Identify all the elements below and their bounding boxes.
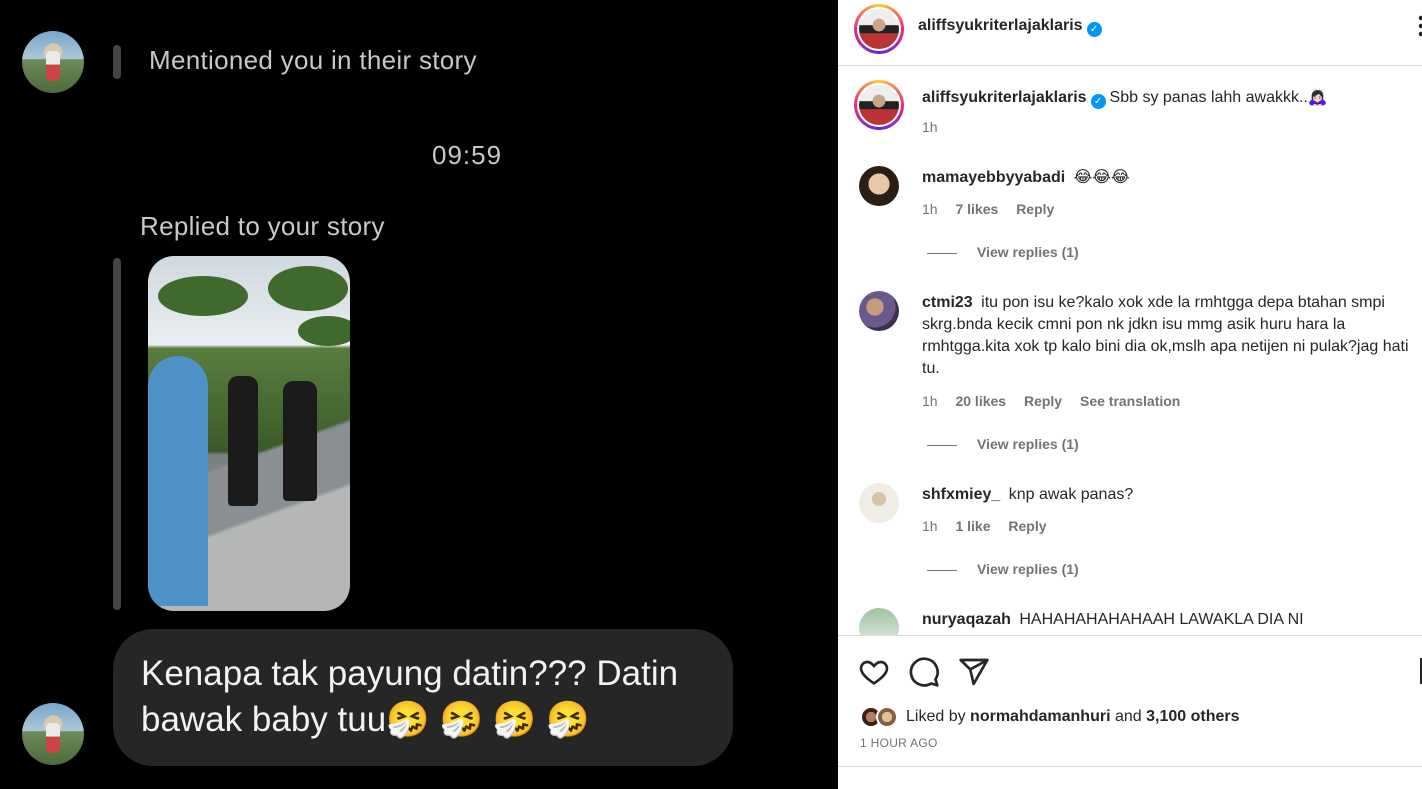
comment-time: 1h — [922, 201, 938, 217]
comment-likes[interactable]: 20 likes — [955, 393, 1006, 409]
liker-username[interactable]: normahdamanhuri — [970, 708, 1110, 725]
commenter-avatar[interactable] — [859, 483, 899, 523]
caption-time: 1h — [922, 119, 938, 135]
comment-meta: 1h 1 like Reply — [922, 518, 1061, 534]
commenter-avatar[interactable] — [859, 166, 899, 206]
dm-screenshot: Mentioned you in their story 09:59 Repli… — [0, 0, 838, 789]
liked-others-count[interactable]: 3,100 others — [1146, 708, 1239, 725]
story-reply-label: Replied to your story — [140, 211, 385, 241]
message-timestamp: 09:59 — [432, 140, 503, 170]
commenter-avatar[interactable] — [859, 291, 899, 331]
comment-time: 1h — [922, 518, 938, 534]
sender-avatar[interactable] — [22, 703, 84, 765]
sender-avatar[interactable] — [22, 31, 84, 93]
post-header: aliffsyukriterlajaklaris ✓ — [838, 0, 1422, 66]
post-panel: aliffsyukriterlajaklaris ✓ aliffsyukriter… — [838, 0, 1422, 789]
comment-username[interactable]: nuryaqazah — [922, 611, 1011, 628]
verified-badge-icon: ✓ — [1090, 94, 1106, 109]
likes-text: Liked by normahdamanhuri and 3,100 other… — [906, 708, 1240, 725]
comment-username[interactable]: mamayebbyyabadi — [922, 169, 1065, 186]
heart-icon[interactable] — [858, 656, 890, 688]
verified-badge-icon: ✓ — [1086, 22, 1102, 37]
comment-meta: 1h 20 likes Reply See translation — [922, 393, 1194, 409]
story-mention-text: Mentioned you in their story — [149, 45, 477, 75]
comment-time: 1h — [922, 393, 938, 409]
comment-icon[interactable] — [908, 656, 940, 688]
quote-bar — [113, 45, 121, 79]
author-username[interactable]: aliffsyukriterlajaklaris — [918, 17, 1083, 34]
add-comment-bar[interactable] — [838, 766, 1422, 789]
story-thumbnail[interactable] — [148, 256, 350, 611]
view-replies-button[interactable]: View replies (1) — [927, 436, 1079, 452]
view-replies-button[interactable]: View replies (1) — [927, 561, 1079, 577]
post-time-ago[interactable]: 1 HOUR AGO — [860, 736, 938, 750]
comment: mamayebbyyabadi 😂😂😂 — [922, 167, 1412, 189]
view-replies-button[interactable]: View replies (1) — [927, 244, 1079, 260]
more-options-icon[interactable] — [1418, 14, 1422, 38]
comment: shfxmiey_ knp awak panas? — [922, 484, 1412, 506]
comment-username[interactable]: ctmi23 — [922, 294, 973, 311]
comment-text: HAHAHAHAHAHAAH LAWAKLA DIA NI — [1019, 611, 1304, 628]
comment-username[interactable]: shfxmiey_ — [922, 486, 1000, 503]
see-translation-button[interactable]: See translation — [1080, 393, 1180, 409]
comment-meta: 1h 7 likes Reply — [922, 201, 1068, 217]
reply-button[interactable]: Reply — [1024, 393, 1062, 409]
caption-meta: 1h — [922, 119, 952, 135]
comment-likes[interactable]: 1 like — [955, 518, 990, 534]
comment-text: knp awak panas? — [1008, 486, 1134, 503]
comment-text: 😂😂😂 — [1073, 169, 1130, 186]
reply-button[interactable]: Reply — [1008, 518, 1046, 534]
caption-username[interactable]: aliffsyukriterlajaklaris — [922, 89, 1087, 106]
quote-bar — [113, 258, 121, 610]
message-bubble: Kenapa tak payung datin??? Datin bawak b… — [113, 629, 733, 766]
commenter-avatar[interactable] — [859, 608, 899, 635]
comment-text: itu pon isu ke?kalo xok xde la rmhtgga d… — [922, 294, 1409, 377]
post-caption: aliffsyukriterlajaklaris ✓ Sbb sy panas la… — [922, 87, 1328, 109]
reply-button[interactable]: Reply — [1016, 201, 1054, 217]
comment: ctmi23 itu pon isu ke?kalo xok xde la rm… — [922, 292, 1412, 380]
share-icon[interactable] — [958, 656, 990, 688]
comments-list[interactable]: aliffsyukriterlajaklaris ✓ Sbb sy panas la… — [838, 66, 1422, 635]
message-text: Kenapa tak payung datin??? Datin bawak b… — [141, 654, 679, 739]
likes-summary[interactable]: Liked by normahdamanhuri and 3,100 other… — [860, 706, 1240, 728]
caption-text: Sbb sy panas lahh awakkk..🙇🏻‍♀️ — [1109, 89, 1328, 106]
author-avatar[interactable] — [854, 4, 904, 54]
author-avatar[interactable] — [854, 80, 904, 130]
comment-likes[interactable]: 7 likes — [955, 201, 998, 217]
comment: nuryaqazah HAHAHAHAHAHAAH LAWAKLA DIA NI — [922, 609, 1412, 631]
post-actions: Liked by normahdamanhuri and 3,100 other… — [838, 635, 1422, 769]
liker-avatar — [876, 706, 898, 728]
